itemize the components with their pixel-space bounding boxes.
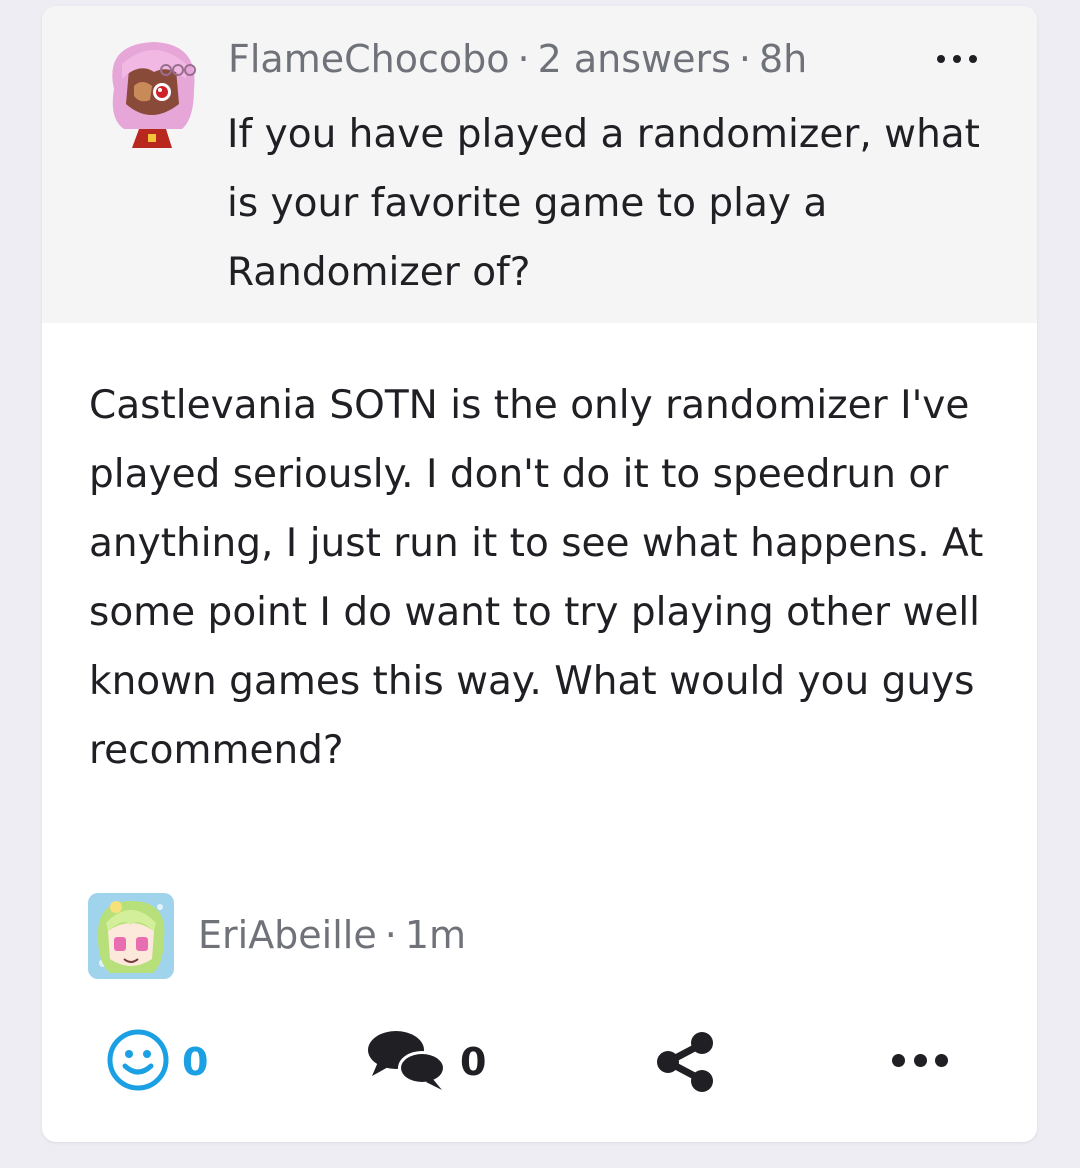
answer-time: 1m — [404, 913, 467, 957]
reactions-count: 0 — [182, 1040, 209, 1084]
smiley-icon — [106, 1028, 170, 1096]
question-title[interactable]: If you have played a randomizer, what is… — [227, 100, 1007, 307]
answer-meta: EriAbeille · 1m — [198, 912, 466, 958]
meta-separator: · — [384, 913, 397, 957]
answer-author-avatar[interactable] — [88, 893, 174, 979]
share-button[interactable] — [654, 1030, 718, 1098]
question-time: 8h — [758, 37, 808, 81]
answers-count[interactable]: 2 answers — [538, 37, 731, 81]
question-more-icon[interactable] — [937, 44, 977, 74]
question-header[interactable]: FlameChocobo · 2 answers · 8h If you have pl… — [42, 6, 1037, 323]
reaction-button[interactable]: 0 — [106, 1028, 208, 1096]
meta-separator: · — [517, 37, 530, 81]
more-dots-icon[interactable] — [892, 1052, 948, 1068]
question-author-avatar[interactable] — [94, 34, 208, 148]
dot — [969, 55, 977, 63]
dot — [892, 1053, 905, 1067]
dot — [935, 1053, 948, 1067]
answer-card: FlameChocobo · 2 answers · 8h If you have pl… — [42, 6, 1037, 1142]
dot — [953, 55, 961, 63]
meta-separator: · — [738, 37, 751, 81]
dot — [913, 1053, 927, 1067]
speech-bubbles-icon — [366, 1026, 448, 1098]
answer-body: Castlevania SOTN is the only randomizer … — [89, 383, 984, 773]
question-author-name[interactable]: FlameChocobo — [228, 37, 509, 81]
share-icon — [654, 1030, 718, 1098]
comments-count: 0 — [460, 1040, 487, 1084]
dot — [937, 55, 945, 63]
answer-author-name[interactable]: EriAbeille — [198, 913, 377, 957]
comment-button[interactable]: 0 — [366, 1026, 486, 1098]
question-meta: FlameChocobo · 2 answers · 8h — [228, 36, 928, 82]
